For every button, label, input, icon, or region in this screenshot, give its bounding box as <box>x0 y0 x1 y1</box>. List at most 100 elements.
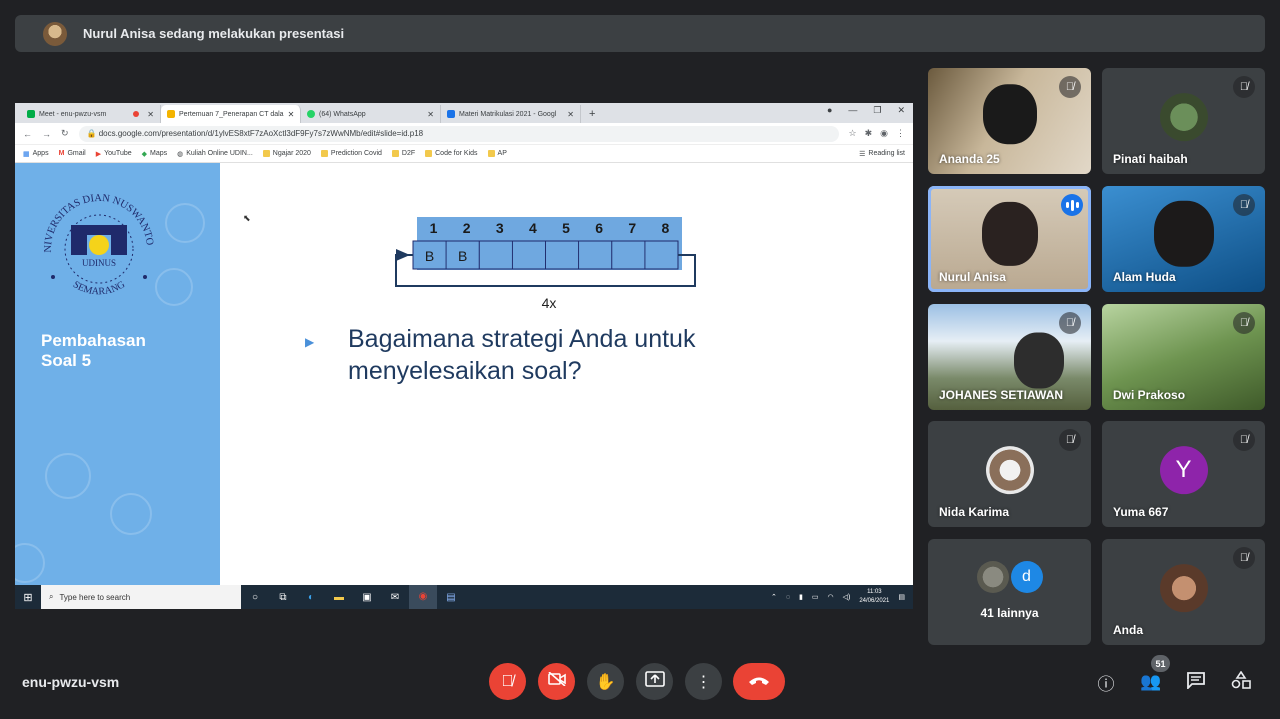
presenter-avatar <box>43 21 67 46</box>
bookmark-folder[interactable]: Prediction Covid <box>320 150 382 157</box>
others-tile[interactable]: d 41 lainnya <box>928 539 1091 645</box>
forward-icon[interactable]: → <box>42 129 51 139</box>
wifi-icon[interactable]: ◠ <box>828 593 834 601</box>
cortana-icon[interactable]: ○ <box>241 592 269 603</box>
mic-off-icon: 🎙̸ <box>1233 312 1255 334</box>
close-tab-icon[interactable]: ✕ <box>427 110 434 119</box>
file-explorer-icon[interactable]: ▬ <box>325 592 353 603</box>
svg-text:UDINUS: UDINUS <box>82 258 116 268</box>
activities-button[interactable] <box>1229 670 1253 694</box>
bullet-icon: ▶ <box>305 335 315 349</box>
self-tile[interactable]: 🎙̸ Anda <box>1102 539 1265 645</box>
decorative-circle <box>165 203 205 243</box>
meeting-details-button[interactable]: ⓘ <box>1094 670 1118 694</box>
app-icon[interactable]: ▤ <box>437 592 465 603</box>
url-field[interactable]: 🔒 docs.google.com/presentation/d/1ylvES8… <box>78 125 839 142</box>
browser-tab[interactable]: Materi Matrikulasi 2021 - Googl ✕ <box>441 105 581 123</box>
windows-start-icon[interactable]: ⊞ <box>15 591 41 604</box>
network-icon[interactable]: ◌ <box>786 594 790 601</box>
bookmarks-bar: ▦ Apps M Gmail ▶ YouTube ◆ Maps ◍ Kuliah Onli… <box>15 145 913 163</box>
volume-icon[interactable]: ◁) <box>843 593 851 601</box>
edge-icon[interactable]: ◐ <box>297 592 325 603</box>
more-options-button[interactable]: ⋮ <box>685 663 722 700</box>
chrome-icon[interactable]: ◉ <box>409 585 437 609</box>
task-view-icon[interactable]: ⧉ <box>269 592 297 603</box>
present-now-button[interactable] <box>636 663 673 700</box>
mouse-cursor-icon: ⬉ <box>243 213 251 223</box>
store-icon[interactable]: ▣ <box>353 592 381 603</box>
browser-tab[interactable]: (64) WhatsApp ✕ <box>301 105 441 123</box>
back-icon[interactable]: ← <box>23 129 32 139</box>
bookmark-folder[interactable]: Code for Kids <box>425 150 478 157</box>
participant-tile[interactable]: 🎙̸ JOHANES SETIAWAN <box>928 304 1091 410</box>
loop-arrow-icon <box>396 249 410 261</box>
end-call-icon <box>748 673 770 691</box>
bookmark-folder[interactable]: AP <box>487 150 507 157</box>
reload-icon[interactable]: ↻ <box>61 128 69 139</box>
bookmark-youtube[interactable]: ▶ YouTube <box>96 150 132 158</box>
taskbar-clock[interactable]: 11:03 24/06/2021 <box>859 588 889 606</box>
raise-hand-button[interactable]: ✋ <box>587 663 624 700</box>
battery-icon[interactable]: ▭ <box>812 593 819 601</box>
reading-list-icon: ☰ <box>859 150 866 158</box>
close-tab-icon[interactable]: ✕ <box>288 110 295 119</box>
close-tab-icon[interactable]: ✕ <box>147 110 154 119</box>
bookmark-folder[interactable]: D2F <box>391 150 415 157</box>
taskbar-search[interactable]: ⌕ Type here to search <box>41 585 241 609</box>
browser-tab-active[interactable]: Pertemuan 7_Penerapan CT dala ✕ <box>161 105 301 123</box>
apps-grid-icon: ▦ <box>23 150 30 158</box>
diagram-step-number: 6 <box>595 220 603 236</box>
notification-icon[interactable]: ▤ <box>898 593 905 601</box>
diagram-step-number: 3 <box>496 220 504 236</box>
reading-list[interactable]: ☰ Reading list <box>859 150 913 158</box>
mic-off-icon: 🎙̸ <box>1059 76 1081 98</box>
participant-video-face <box>1153 200 1214 267</box>
mic-toggle-button[interactable]: 🎙̸ <box>489 663 526 700</box>
participant-tile[interactable]: 🎙̸ Ananda 25 <box>928 68 1091 174</box>
participant-tile[interactable]: Y 🎙̸ Yuma 667 <box>1102 421 1265 527</box>
leave-call-button[interactable] <box>733 663 785 700</box>
bookmark-apps[interactable]: ▦ Apps <box>23 150 49 158</box>
slide-question: Bagaimana strategi Anda untuk menyelesai… <box>348 325 696 385</box>
folder-icon <box>391 150 399 157</box>
chevron-up-icon[interactable]: ⌃ <box>771 593 777 601</box>
chat-icon <box>1186 671 1206 694</box>
participant-avatar-initial: d <box>1010 561 1043 593</box>
bookmark-kuliah[interactable]: ◍ Kuliah Online UDIN... <box>177 150 253 158</box>
people-button[interactable]: 👥 <box>1139 670 1163 694</box>
bookmark-gmail[interactable]: M Gmail <box>59 150 86 157</box>
participant-tile[interactable]: 🎙̸ Alam Huda <box>1102 186 1265 292</box>
close-tab-icon[interactable]: ✕ <box>567 110 574 119</box>
diagram-cell-value: B <box>458 248 467 264</box>
profile-dot-icon[interactable]: ● <box>827 105 832 116</box>
globe-icon: ◍ <box>177 150 184 158</box>
participant-tile-active-speaker[interactable]: Nurul Anisa <box>928 186 1091 292</box>
camera-toggle-button[interactable] <box>538 663 575 700</box>
camera-off-icon <box>547 671 566 691</box>
maximize-icon[interactable]: ❐ <box>873 105 881 116</box>
participant-tile[interactable]: 🎙̸ Pinati haibah <box>1102 68 1265 174</box>
close-window-icon[interactable]: ✕ <box>897 105 905 116</box>
bookmark-folder[interactable]: Ngajar 2020 <box>262 150 311 157</box>
bookmark-maps[interactable]: ◆ Maps <box>142 150 168 158</box>
participant-tile[interactable]: 🎙̸ Nida Karima <box>928 421 1091 527</box>
minimize-icon[interactable]: — <box>848 105 857 116</box>
slides-icon <box>167 110 175 118</box>
mail-icon[interactable]: ✉ <box>381 592 409 603</box>
meeting-code: enu-pwzu-vsm <box>22 674 120 690</box>
star-icon[interactable]: ☆ <box>849 128 857 139</box>
extensions-icon[interactable]: ✱ <box>865 128 873 139</box>
usb-icon[interactable]: ▮ <box>799 593 803 601</box>
folder-icon <box>320 150 328 157</box>
new-tab-button[interactable]: + <box>589 105 595 123</box>
menu-icon[interactable]: ⋮ <box>896 128 905 139</box>
speaking-indicator-icon <box>1061 194 1083 216</box>
profile-icon[interactable]: ◉ <box>880 128 888 139</box>
participant-tile[interactable]: 🎙̸ Dwi Prakoso <box>1102 304 1265 410</box>
chat-button[interactable] <box>1184 670 1208 694</box>
diagram-step-number: 7 <box>628 220 636 236</box>
presenting-banner: Nurul Anisa sedang melakukan presentasi <box>15 15 1265 52</box>
participant-avatar <box>1159 93 1208 142</box>
diagram-step-number: 1 <box>430 220 438 236</box>
browser-tab[interactable]: Meet - enu-pwzu-vsm ✕ <box>21 105 161 123</box>
